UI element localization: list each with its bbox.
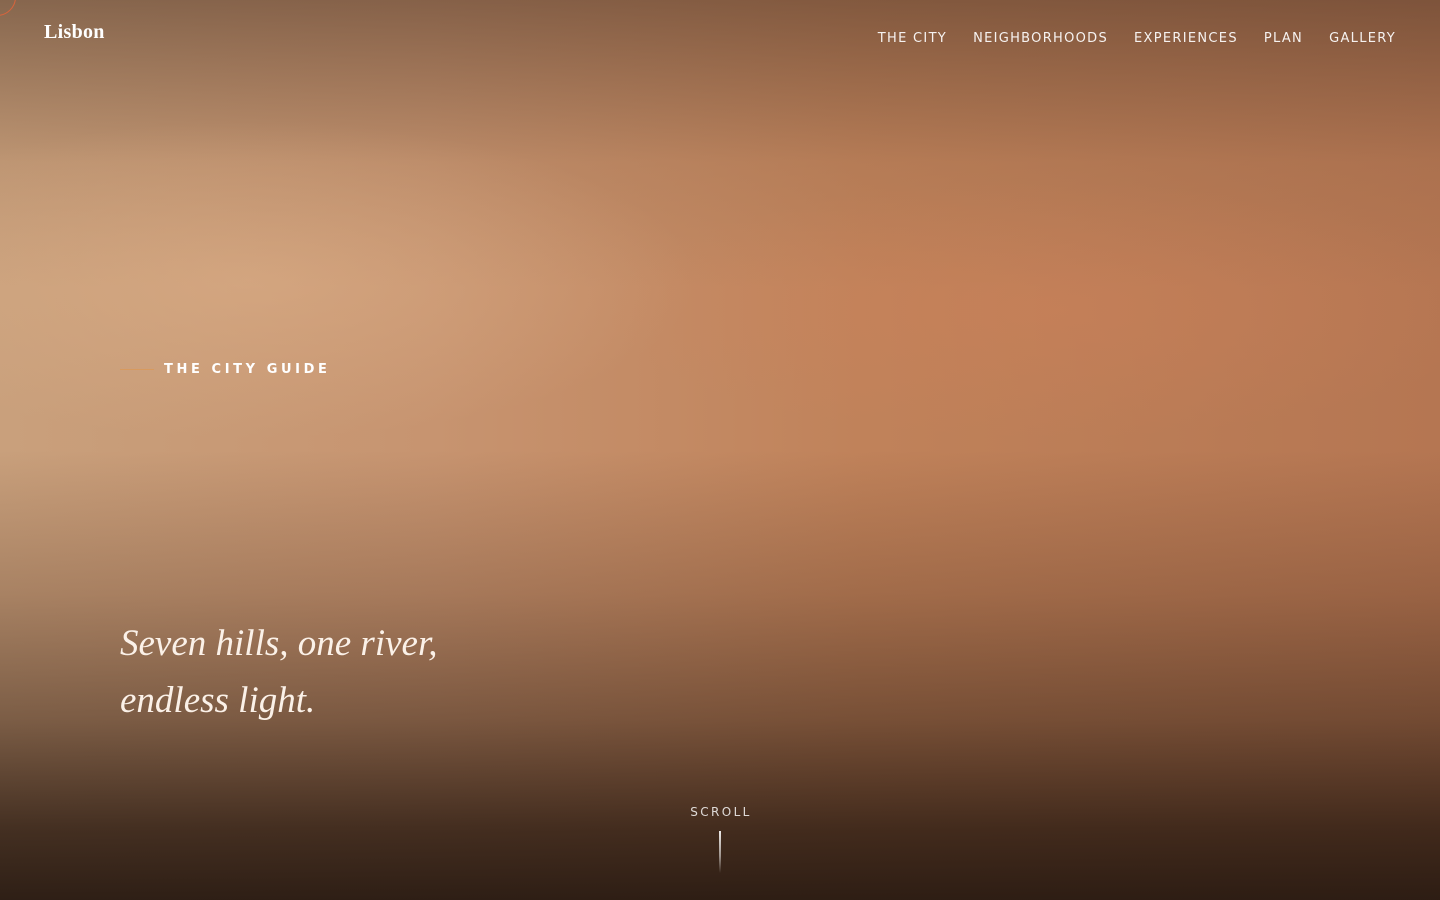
hero-light-glow	[0, 120, 700, 440]
site-logo[interactable]: Lisbon	[44, 21, 105, 44]
nav-link-experiences[interactable]: EXPERIENCES	[1134, 31, 1238, 46]
nav-item-gallery: GALLERY	[1329, 27, 1396, 46]
eyebrow-accent-line	[120, 369, 154, 370]
nav-link-plan[interactable]: PLAN	[1264, 31, 1303, 46]
hero-eyebrow: THE CITY GUIDE	[120, 361, 330, 378]
hero-section: Lisbon THE CITY NEIGHBORHOODS EXPERIENCE…	[0, 0, 1440, 900]
nav-item-plan: PLAN	[1264, 27, 1303, 46]
scroll-label: SCROLL	[690, 805, 752, 819]
scroll-indicator[interactable]: SCROLL	[670, 804, 770, 873]
eyebrow-text: THE CITY GUIDE	[164, 362, 331, 377]
headline-line-2: endless light.	[120, 680, 316, 721]
scroll-line-icon	[719, 831, 721, 873]
nav-link-neighborhoods[interactable]: NEIGHBORHOODS	[973, 31, 1108, 46]
nav-link-gallery[interactable]: GALLERY	[1329, 31, 1396, 46]
nav-item-the-city: THE CITY	[878, 27, 947, 46]
circle-outline-icon	[0, 0, 16, 16]
nav-link-the-city[interactable]: THE CITY	[878, 31, 947, 46]
headline-line-1: Seven hills, one river,	[120, 623, 438, 664]
main-nav: THE CITY NEIGHBORHOODS EXPERIENCES PLAN …	[878, 27, 1396, 46]
nav-item-neighborhoods: NEIGHBORHOODS	[973, 27, 1108, 46]
hero-warm-glow	[600, 180, 1440, 440]
nav-item-experiences: EXPERIENCES	[1134, 27, 1238, 46]
hero-headline: Seven hills, one river, endless light.	[120, 615, 438, 729]
